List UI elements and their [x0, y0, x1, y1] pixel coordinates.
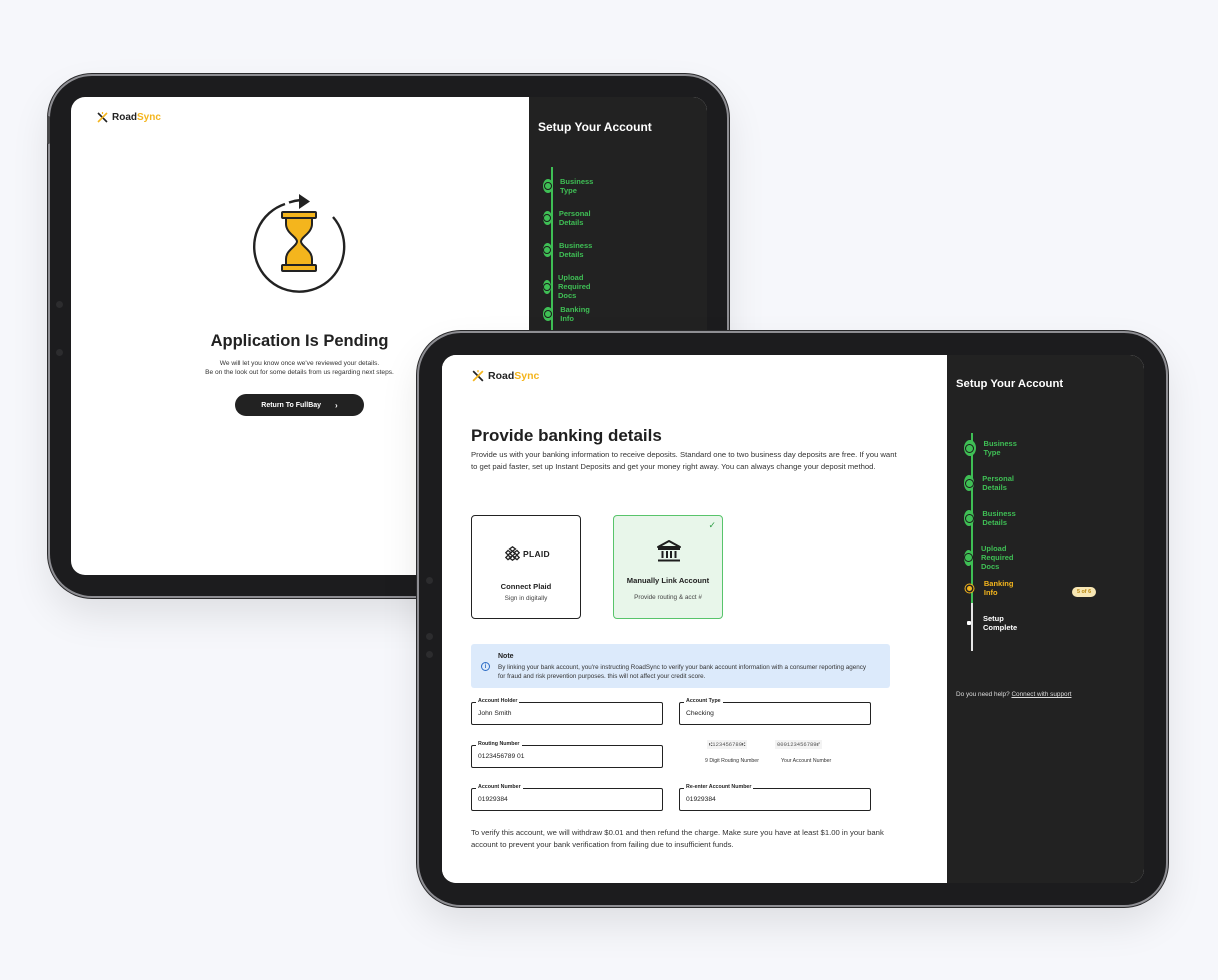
routing-number-field[interactable]: Routing Number — [471, 741, 663, 768]
back-step-label: Banking Info — [560, 305, 590, 323]
account-number-field[interactable]: Account Number — [471, 784, 663, 811]
logo-text-road: Road — [112, 112, 137, 123]
note-banner: i Note By linking your bank account, you… — [471, 644, 890, 688]
check-circle-icon — [964, 440, 976, 456]
roadsync-logo: Road Sync — [471, 369, 539, 383]
back-step-business-details[interactable]: Business Details — [543, 241, 597, 259]
account-caption: Your Account Number — [781, 758, 832, 764]
sidebar-title: Setup Your Account — [956, 378, 1064, 390]
check-circle-icon — [543, 179, 553, 193]
step-upload-docs[interactable]: Upload Required Docs — [964, 544, 1021, 571]
step-label: Business Details — [982, 509, 1016, 527]
banking-form-panel: Road Sync Provide banking details Provide… — [442, 355, 947, 883]
account-holder-field[interactable]: Account Holder — [471, 698, 663, 725]
page-intro: Provide us with your banking information… — [471, 450, 897, 471]
manual-card-title: Manually Link Account — [626, 576, 710, 585]
check-circle-icon — [964, 510, 975, 526]
check-circle-icon — [964, 475, 975, 491]
check-circle-icon — [964, 549, 973, 566]
back-step-label: Personal Details — [558, 209, 591, 227]
check-circle-icon — [543, 211, 552, 225]
logo-text-sync: Sync — [137, 112, 161, 123]
account-holder-label: Account Holder — [476, 698, 520, 704]
routing-number-label: Routing Number — [476, 741, 522, 747]
connect-support-link[interactable]: Connect with support — [1011, 691, 1071, 698]
step-label: Banking Info — [983, 579, 1014, 597]
reenter-account-number-label: Re-enter Account Number — [684, 784, 754, 790]
account-number-label: Account Number — [476, 784, 523, 790]
step-business-details[interactable]: Business Details — [964, 509, 1021, 527]
back-step-label: Business Details — [558, 241, 593, 259]
page-title: Provide banking details — [471, 426, 662, 445]
plaid-card-subtitle: Sign in digitally — [504, 595, 548, 602]
setup-sidebar: Setup Your Account Business Type Persona… — [947, 355, 1144, 883]
chevron-right-icon: › — [335, 400, 338, 410]
check-circle-icon — [543, 307, 554, 321]
verification-note: To verify this account, we will withdraw… — [471, 828, 884, 849]
routing-number-input[interactable] — [478, 753, 656, 760]
return-to-fullbay-button[interactable]: Return To FullBay › — [235, 394, 364, 416]
plaid-card-title: Connect Plaid — [500, 582, 552, 591]
back-step-label: Upload Required Docs — [558, 273, 591, 300]
front-screen: Road Sync Provide banking details Provide… — [442, 355, 1144, 883]
check-circle-icon — [543, 243, 552, 257]
roadsync-logo-mark-icon — [472, 370, 484, 382]
back-step-label: Business Type — [559, 177, 594, 195]
plaid-logo-text: PLAID — [523, 548, 550, 559]
side-button — [47, 116, 50, 144]
account-number-input[interactable] — [478, 796, 656, 803]
back-step-business-type[interactable]: Business Type — [543, 177, 597, 195]
sensor-dot — [56, 349, 63, 356]
back-step-personal-details[interactable]: Personal Details — [543, 209, 596, 227]
manual-link-card[interactable]: ✓ Manually Link Account Provide routing … — [613, 515, 723, 619]
back-step-upload-docs[interactable]: Upload Required Docs — [543, 273, 597, 300]
camera-dot — [426, 577, 433, 584]
step-business-type[interactable]: Business Type — [964, 439, 1021, 457]
step-personal-details[interactable]: Personal Details — [964, 474, 1020, 492]
manual-card-subtitle: Provide routing & acct # — [634, 594, 702, 601]
camera-dot — [56, 301, 63, 308]
sensor-dot-2 — [426, 651, 433, 658]
account-type-input[interactable] — [686, 710, 864, 717]
step-label: Upload Required Docs — [981, 544, 1014, 571]
bank-icon — [657, 540, 681, 562]
reenter-account-number-field[interactable]: Re-enter Account Number — [679, 784, 871, 811]
checkmark-icon: ✓ — [708, 520, 716, 530]
tablet-front: Road Sync Provide banking details Provide… — [419, 333, 1166, 905]
step-label: Setup Complete — [982, 614, 1018, 632]
plaid-logo: PLAID — [505, 546, 550, 561]
step-label: Personal Details — [982, 474, 1014, 492]
help-prompt: Do you need help? — [956, 691, 1010, 698]
check-circle-icon — [543, 279, 551, 294]
roadsync-logo: Road Sync — [96, 111, 161, 124]
connect-plaid-card[interactable]: PLAID Connect Plaid Sign in digitally — [471, 515, 581, 619]
back-step-banking-info[interactable]: Banking Info — [543, 305, 594, 323]
logo-text-road: Road — [488, 370, 515, 382]
routing-caption: 9 Digit Routing Number — [705, 758, 759, 764]
account-type-label: Account Type — [684, 698, 723, 704]
account-sample: 000123456789⑈ — [775, 740, 822, 749]
pending-step-dot-icon — [964, 615, 975, 631]
roadsync-logo-mark-icon — [97, 112, 108, 123]
sensor-dot — [426, 633, 433, 640]
note-body: By linking your bank account, you're ins… — [498, 664, 867, 680]
step-banking-info[interactable]: Banking Info — [964, 579, 1018, 597]
active-step-dot-icon — [964, 580, 976, 596]
plaid-grid-icon — [505, 546, 520, 561]
note-title: Note — [498, 653, 514, 660]
step-label: Business Type — [983, 439, 1017, 457]
account-type-field[interactable]: Account Type — [679, 698, 871, 725]
account-holder-input[interactable] — [478, 710, 656, 717]
info-icon: i — [481, 662, 490, 671]
routing-sample: ⑆123456789⑆ — [707, 740, 748, 749]
reenter-account-number-input[interactable] — [686, 796, 864, 803]
step-setup-complete[interactable]: Setup Complete — [964, 614, 1022, 632]
return-button-label: Return To FullBay — [261, 401, 322, 409]
logo-text-sync: Sync — [514, 370, 540, 382]
hourglass-refresh-icon — [253, 194, 346, 293]
help-text: Do you need help? Connect with support — [956, 691, 1071, 698]
step-progress-badge: 5 of 6 — [1072, 587, 1097, 597]
back-sidebar-title: Setup Your Account — [538, 120, 652, 134]
